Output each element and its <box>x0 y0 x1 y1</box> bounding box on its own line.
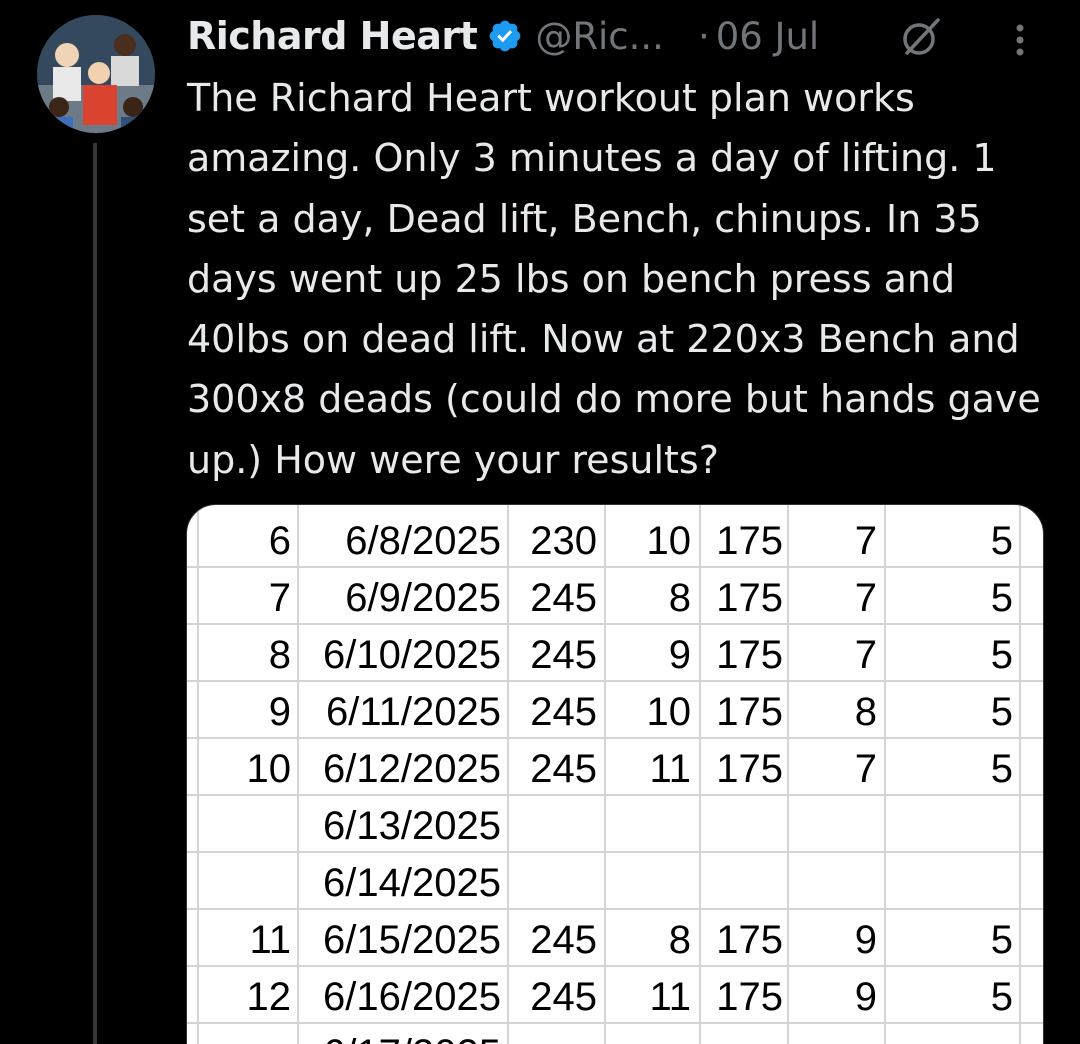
table-row: 6/17/2025 <box>187 1024 1043 1044</box>
cell-chinups: 5 <box>990 576 1013 620</box>
cell-date: 6/9/2025 <box>345 576 501 620</box>
avatar-image <box>37 15 155 133</box>
cell-deadlift-reps: 8 <box>668 918 691 962</box>
cell-bench-weight: 175 <box>716 918 783 962</box>
cell-day: 7 <box>268 576 291 620</box>
cell-day: 12 <box>246 975 292 1019</box>
cell-bench-reps: 7 <box>854 633 877 677</box>
cell-date: 6/12/2025 <box>323 747 501 791</box>
cell-day: 11 <box>249 918 291 962</box>
separator-dot: · <box>697 14 710 58</box>
cell-date: 6/14/2025 <box>323 861 501 905</box>
cell-deadlift-reps: 9 <box>668 633 691 677</box>
cell-date: 6/13/2025 <box>323 804 501 848</box>
cell-bench-weight: 175 <box>716 519 783 563</box>
table-row: 10 6/12/2025 245 11 175 7 5 <box>187 739 1043 796</box>
table-row: 6/14/2025 <box>187 853 1043 910</box>
cell-deadlift-weight: 245 <box>530 918 597 962</box>
cell-date: 6/17/2025 <box>323 1024 501 1044</box>
cell-bench-reps: 9 <box>854 975 877 1019</box>
tweet-date[interactable]: 06 Jul <box>716 15 819 58</box>
cell-deadlift-weight: 245 <box>530 576 597 620</box>
cell-chinups: 5 <box>990 690 1013 734</box>
cell-bench-weight: 175 <box>716 690 783 734</box>
cell-date: 6/8/2025 <box>345 519 501 563</box>
table-row: 6/13/2025 <box>187 796 1043 853</box>
cell-chinups: 5 <box>990 519 1013 563</box>
tweet-text: The Richard Heart workout plan works ama… <box>187 76 1041 482</box>
table-row: 12 6/16/2025 245 11 175 9 5 <box>187 967 1043 1024</box>
cell-deadlift-reps: 11 <box>649 747 691 791</box>
avatar[interactable] <box>37 15 155 133</box>
attached-image-spreadsheet[interactable]: 6 6/8/2025 230 10 175 7 5 7 6/9/2025 245 8 175 7 5 8 6/… <box>186 504 1044 1044</box>
table-row: 6 6/8/2025 230 10 175 7 5 <box>187 511 1043 568</box>
cell-deadlift-weight: 245 <box>530 975 597 1019</box>
cell-bench-reps: 8 <box>854 690 877 734</box>
cell-date: 6/11/2025 <box>326 690 501 734</box>
cell-deadlift-reps: 8 <box>668 576 691 620</box>
cell-chinups: 5 <box>990 975 1013 1019</box>
more-options-icon[interactable] <box>1006 18 1034 62</box>
table-row: 8 6/10/2025 245 9 175 7 5 <box>187 625 1043 682</box>
verified-badge-icon[interactable] <box>487 18 523 54</box>
cell-deadlift-weight: 245 <box>530 690 597 734</box>
cell-bench-reps: 7 <box>854 576 877 620</box>
cell-date: 6/10/2025 <box>323 633 501 677</box>
cell-bench-weight: 175 <box>716 975 783 1019</box>
cell-deadlift-weight: 245 <box>530 747 597 791</box>
cell-bench-reps: 9 <box>854 918 877 962</box>
cell-deadlift-reps: 10 <box>646 519 692 563</box>
cell-date: 6/15/2025 <box>323 918 501 962</box>
author-handle[interactable]: @Ric... <box>535 15 664 58</box>
cell-deadlift-weight: 230 <box>530 519 597 563</box>
author-name[interactable]: Richard Heart <box>187 14 478 58</box>
cell-day: 6 <box>268 519 291 563</box>
cell-chinups: 5 <box>990 633 1013 677</box>
table-row: 11 6/15/2025 245 8 175 9 5 <box>187 910 1043 967</box>
table-row: 7 6/9/2025 245 8 175 7 5 <box>187 568 1043 625</box>
cell-deadlift-reps: 10 <box>646 690 692 734</box>
cell-bench-reps: 7 <box>854 747 877 791</box>
cell-day: 8 <box>268 633 291 677</box>
cell-day: 10 <box>246 747 292 791</box>
cell-deadlift-weight: 245 <box>530 633 597 677</box>
cell-bench-weight: 175 <box>716 633 783 677</box>
cell-chinups: 5 <box>990 918 1013 962</box>
cell-date: 6/16/2025 <box>323 975 501 1019</box>
cell-bench-reps: 7 <box>854 519 877 563</box>
cell-day: 9 <box>268 690 291 734</box>
table-row: 9 6/11/2025 245 10 175 8 5 <box>187 682 1043 739</box>
grok-icon[interactable] <box>898 14 944 60</box>
thread-line <box>93 143 97 1044</box>
cell-bench-weight: 175 <box>716 576 783 620</box>
cell-bench-weight: 175 <box>716 747 783 791</box>
cell-chinups: 5 <box>990 747 1013 791</box>
cell-deadlift-reps: 11 <box>649 975 691 1019</box>
